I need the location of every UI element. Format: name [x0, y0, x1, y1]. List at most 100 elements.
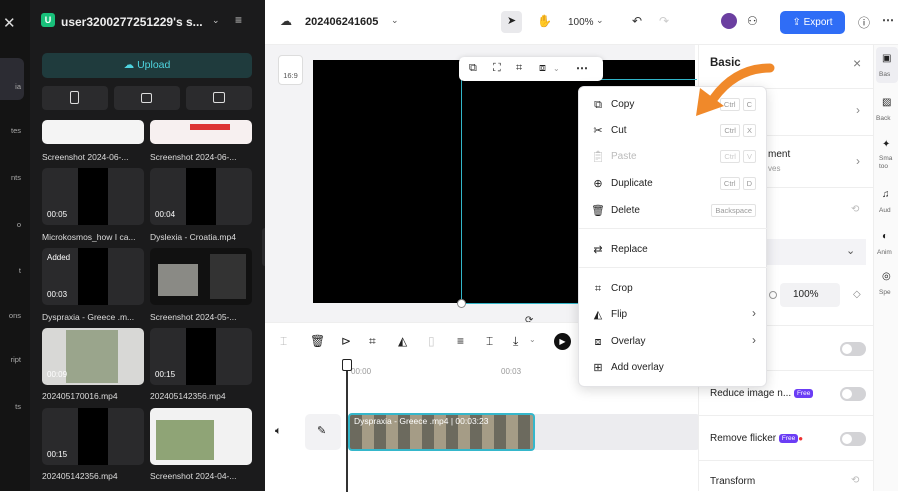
toggle-switch[interactable] [840, 342, 866, 356]
smart-tool-icon[interactable]: ⧉ [469, 62, 477, 75]
menu-item-flip[interactable]: ◭ Flip › [579, 302, 768, 328]
flip-icon[interactable]: ◭ [398, 334, 407, 348]
crop-icon[interactable]: ⌗ [516, 62, 522, 75]
media-thumbnail[interactable] [150, 408, 252, 465]
help-icon[interactable]: ⓘ [858, 14, 870, 31]
tab-basic[interactable]: ▣ Bas [876, 47, 898, 83]
rail-active-item[interactable] [0, 58, 24, 100]
chevron-down-icon[interactable]: ⌄ [596, 15, 604, 26]
chevron-down-icon[interactable]: ⌄ [553, 64, 560, 73]
volume-icon[interactable]: 🔈︎ [275, 425, 282, 438]
duration-label: 00:04 [155, 210, 176, 219]
opacity-input[interactable]: 100% [780, 283, 840, 307]
video-clip[interactable]: Dyspraxia - Greece .mp4 | 00:03:23 [348, 413, 535, 451]
close-icon[interactable]: × [853, 55, 861, 71]
menu-item-add-overlay[interactable]: ⊞ Add overlay [579, 355, 768, 381]
delete-icon[interactable]: 🗑︎ [310, 334, 325, 348]
close-icon[interactable]: ✕ [3, 14, 16, 32]
added-badge: Added [47, 253, 71, 262]
scissors-icon: ✂ [593, 125, 603, 137]
chevron-down-icon[interactable]: ⌄ [391, 15, 399, 26]
replace-icon[interactable]: ⧈ [539, 62, 546, 75]
menu-item-overlay[interactable]: ⧈ Overlay › [579, 329, 768, 355]
rail-item[interactable]: ript [0, 355, 30, 364]
rail-item[interactable]: ia [0, 82, 30, 91]
record-import-button[interactable] [114, 86, 180, 110]
tab-smart-tools[interactable]: ✦ Sma too [876, 135, 898, 175]
phone-import-button[interactable] [42, 86, 108, 110]
menu-item-delete[interactable]: 🗑︎ Delete Backspace [579, 198, 768, 224]
freeze-icon[interactable]: ⌶ [486, 334, 493, 349]
menu-label: Copy [611, 99, 635, 110]
mirror-icon[interactable]: ▯ [428, 334, 435, 348]
rail-item[interactable]: t [0, 266, 30, 275]
rail-item[interactable]: o [0, 220, 30, 229]
duration-label: 00:15 [155, 370, 176, 379]
menu-item-paste[interactable]: 📋︎ Paste Ctrl V [579, 144, 768, 170]
play-circle-icon[interactable]: ⊳ [341, 334, 351, 348]
menu-item-crop[interactable]: ⌗ Crop [579, 276, 768, 302]
screen-import-button[interactable] [186, 86, 252, 110]
tab-speed[interactable]: ◎ Spe [876, 269, 898, 303]
split-icon[interactable]: ⌶ [280, 334, 287, 349]
reduce-noise-toggle[interactable] [840, 387, 866, 401]
opacity-slider-thumb[interactable] [769, 291, 777, 299]
media-thumbnail[interactable]: 00:15 [150, 328, 252, 385]
reset-icon[interactable]: ⟲ [851, 475, 859, 486]
tab-animation[interactable]: ◐ Anim [876, 229, 898, 263]
rail-item[interactable]: nts [0, 173, 30, 182]
aspect-ratio-button[interactable]: 16:9 [278, 55, 303, 85]
annotation-arrow-icon [696, 63, 775, 116]
media-thumbnail[interactable]: 00:09 [42, 328, 144, 385]
cover-button[interactable]: ✎ [305, 414, 341, 450]
avatar[interactable] [721, 13, 737, 29]
tab-label: Bas [879, 71, 891, 78]
media-thumbnail[interactable] [42, 120, 144, 144]
text-icon[interactable]: ≡ [457, 334, 464, 348]
zoom-level[interactable]: 100% [568, 17, 594, 28]
undo-icon[interactable]: ↶ [632, 14, 642, 28]
tab-background[interactable]: ▨ Back [876, 93, 898, 129]
reset-icon[interactable]: ⟲ [851, 204, 859, 215]
chevron-right-icon: › [752, 306, 756, 320]
resize-handle[interactable] [457, 299, 466, 308]
redo-icon[interactable]: ↷ [659, 14, 669, 28]
crop-icon[interactable]: ⌗ [369, 334, 376, 349]
rail-item[interactable]: ons [0, 311, 30, 320]
export-button[interactable]: ⇪ Export [780, 11, 845, 34]
workspace-name[interactable]: user3200277251229's s... [61, 15, 211, 29]
upload-button[interactable]: ☁ Upload [42, 53, 252, 78]
project-title[interactable]: 202406241605 [305, 16, 378, 28]
thumbnail-image [190, 124, 230, 130]
select-tool-button[interactable]: ➤ [501, 11, 522, 33]
fit-icon[interactable]: ⛶ [493, 62, 501, 75]
add-collaborator-icon[interactable]: ⚇ [747, 14, 758, 28]
chevron-down-icon[interactable]: ⌄ [212, 15, 220, 26]
play-button[interactable]: ▶ [554, 333, 571, 350]
media-thumbnail[interactable]: 00:04 [150, 168, 252, 225]
element-toolbar: ⧉ ⛶ ⌗ ⧈ ⌄ ⋯ [459, 57, 603, 81]
more-icon[interactable]: ⋯ [576, 61, 588, 75]
rail-item[interactable]: tes [0, 126, 30, 135]
sort-icon[interactable]: ≡ [235, 13, 242, 27]
chevron-right-icon: › [752, 333, 756, 347]
cloud-upload-icon: ☁ [123, 59, 138, 71]
remove-flicker-toggle[interactable] [840, 432, 866, 446]
media-thumbnail[interactable]: Added 00:03 [42, 248, 144, 305]
tab-audio[interactable]: ♫ Aud [876, 187, 898, 221]
keyframe-icon[interactable]: ◇ [853, 289, 861, 300]
more-icon[interactable]: ⋯ [882, 13, 894, 27]
menu-item-replace[interactable]: ⇄ Replace [579, 237, 768, 263]
hand-icon[interactable]: ✋ [537, 14, 552, 28]
media-thumbnail[interactable]: 00:05 [42, 168, 144, 225]
media-label: 202405170016.mp4 [42, 391, 118, 401]
chevron-down-icon[interactable]: ⌄ [529, 335, 536, 344]
media-thumbnail[interactable] [150, 248, 252, 305]
playhead-handle[interactable] [342, 359, 352, 371]
menu-item-duplicate[interactable]: ⊕ Duplicate Ctrl D [579, 171, 768, 197]
free-badge: Free [793, 388, 814, 398]
rail-item[interactable]: ts [0, 402, 30, 411]
media-thumbnail[interactable]: 00:15 [42, 408, 144, 465]
download-icon[interactable]: ⤓ [513, 334, 518, 349]
media-thumbnail[interactable] [150, 120, 252, 144]
